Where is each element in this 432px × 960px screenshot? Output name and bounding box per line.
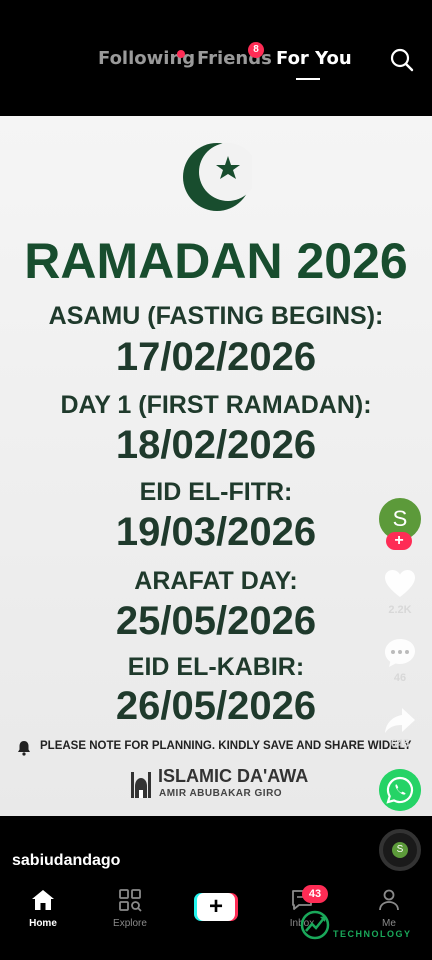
- watermark-logo-icon: [300, 910, 330, 940]
- event-label: ARAFAT DAY:: [134, 567, 298, 595]
- explore-icon: [119, 889, 142, 912]
- like-count: 2.2K: [388, 604, 412, 616]
- nav-me-label: Me: [382, 918, 396, 929]
- inbox-badge: 43: [302, 885, 328, 903]
- event-date: 26/05/2026: [115, 684, 317, 728]
- search-icon[interactable]: [390, 48, 414, 72]
- organization-brand: ISLAMIC DA'AWA AMIR ABUBAKAR GIRO: [130, 766, 330, 806]
- nav-home-label: Home: [29, 918, 57, 929]
- event-label: EID EL-KABIR:: [127, 653, 305, 681]
- event-label: ASAMU (FASTING BEGINS):: [48, 302, 384, 330]
- nav-me[interactable]: Me: [354, 888, 424, 934]
- follow-button[interactable]: +: [386, 532, 412, 550]
- tab-for-you[interactable]: For You: [276, 48, 352, 69]
- profile-icon: [379, 889, 399, 911]
- music-disc-avatar: S: [392, 842, 408, 858]
- comment-icon[interactable]: [383, 637, 417, 669]
- watermark-text: TECHNOLOGY: [333, 929, 412, 939]
- poster-title: RAMADAN 2026: [24, 233, 408, 289]
- event-date: 17/02/2026: [115, 335, 317, 379]
- share-icon[interactable]: [383, 705, 417, 737]
- friends-badge: 8: [248, 42, 264, 58]
- plus-icon: +: [197, 893, 235, 921]
- mosque-icon: [131, 772, 151, 798]
- event-date: 19/03/2026: [115, 510, 317, 554]
- crescent-star-icon: [183, 143, 252, 211]
- organization-name: ISLAMIC DA'AWA: [158, 766, 309, 786]
- creator-username[interactable]: sabiudandago: [12, 852, 120, 870]
- top-bar: Following Friends 8 For You: [0, 0, 432, 116]
- create-button[interactable]: +: [194, 893, 238, 921]
- active-tab-indicator: [296, 78, 320, 80]
- nav-explore[interactable]: Explore: [95, 888, 165, 934]
- music-disc[interactable]: S: [379, 829, 421, 871]
- share-count: 645: [390, 738, 410, 750]
- planning-note: PLEASE NOTE FOR PLANNING. KINDLY SAVE AN…: [16, 738, 426, 758]
- author-name: AMIR ABUBAKAR GIRO: [159, 788, 283, 799]
- nav-explore-label: Explore: [113, 918, 147, 929]
- comment-count: 46: [393, 672, 407, 684]
- note-text: PLEASE NOTE FOR PLANNING. KINDLY SAVE AN…: [40, 740, 412, 752]
- nav-home[interactable]: Home: [8, 888, 78, 934]
- heart-icon[interactable]: [383, 568, 417, 600]
- event-label: EID EL-FITR:: [139, 478, 293, 506]
- bell-icon: [18, 741, 30, 756]
- home-icon: [32, 890, 54, 910]
- video-poster[interactable]: RAMADAN 2026 ASAMU (FASTING BEGINS): 17/…: [0, 116, 432, 816]
- event-date: 18/02/2026: [115, 423, 317, 467]
- whatsapp-icon[interactable]: [379, 769, 421, 811]
- event-label: DAY 1 (FIRST RAMADAN):: [60, 391, 372, 419]
- event-date: 25/05/2026: [115, 599, 317, 643]
- following-notification-dot: [177, 50, 185, 58]
